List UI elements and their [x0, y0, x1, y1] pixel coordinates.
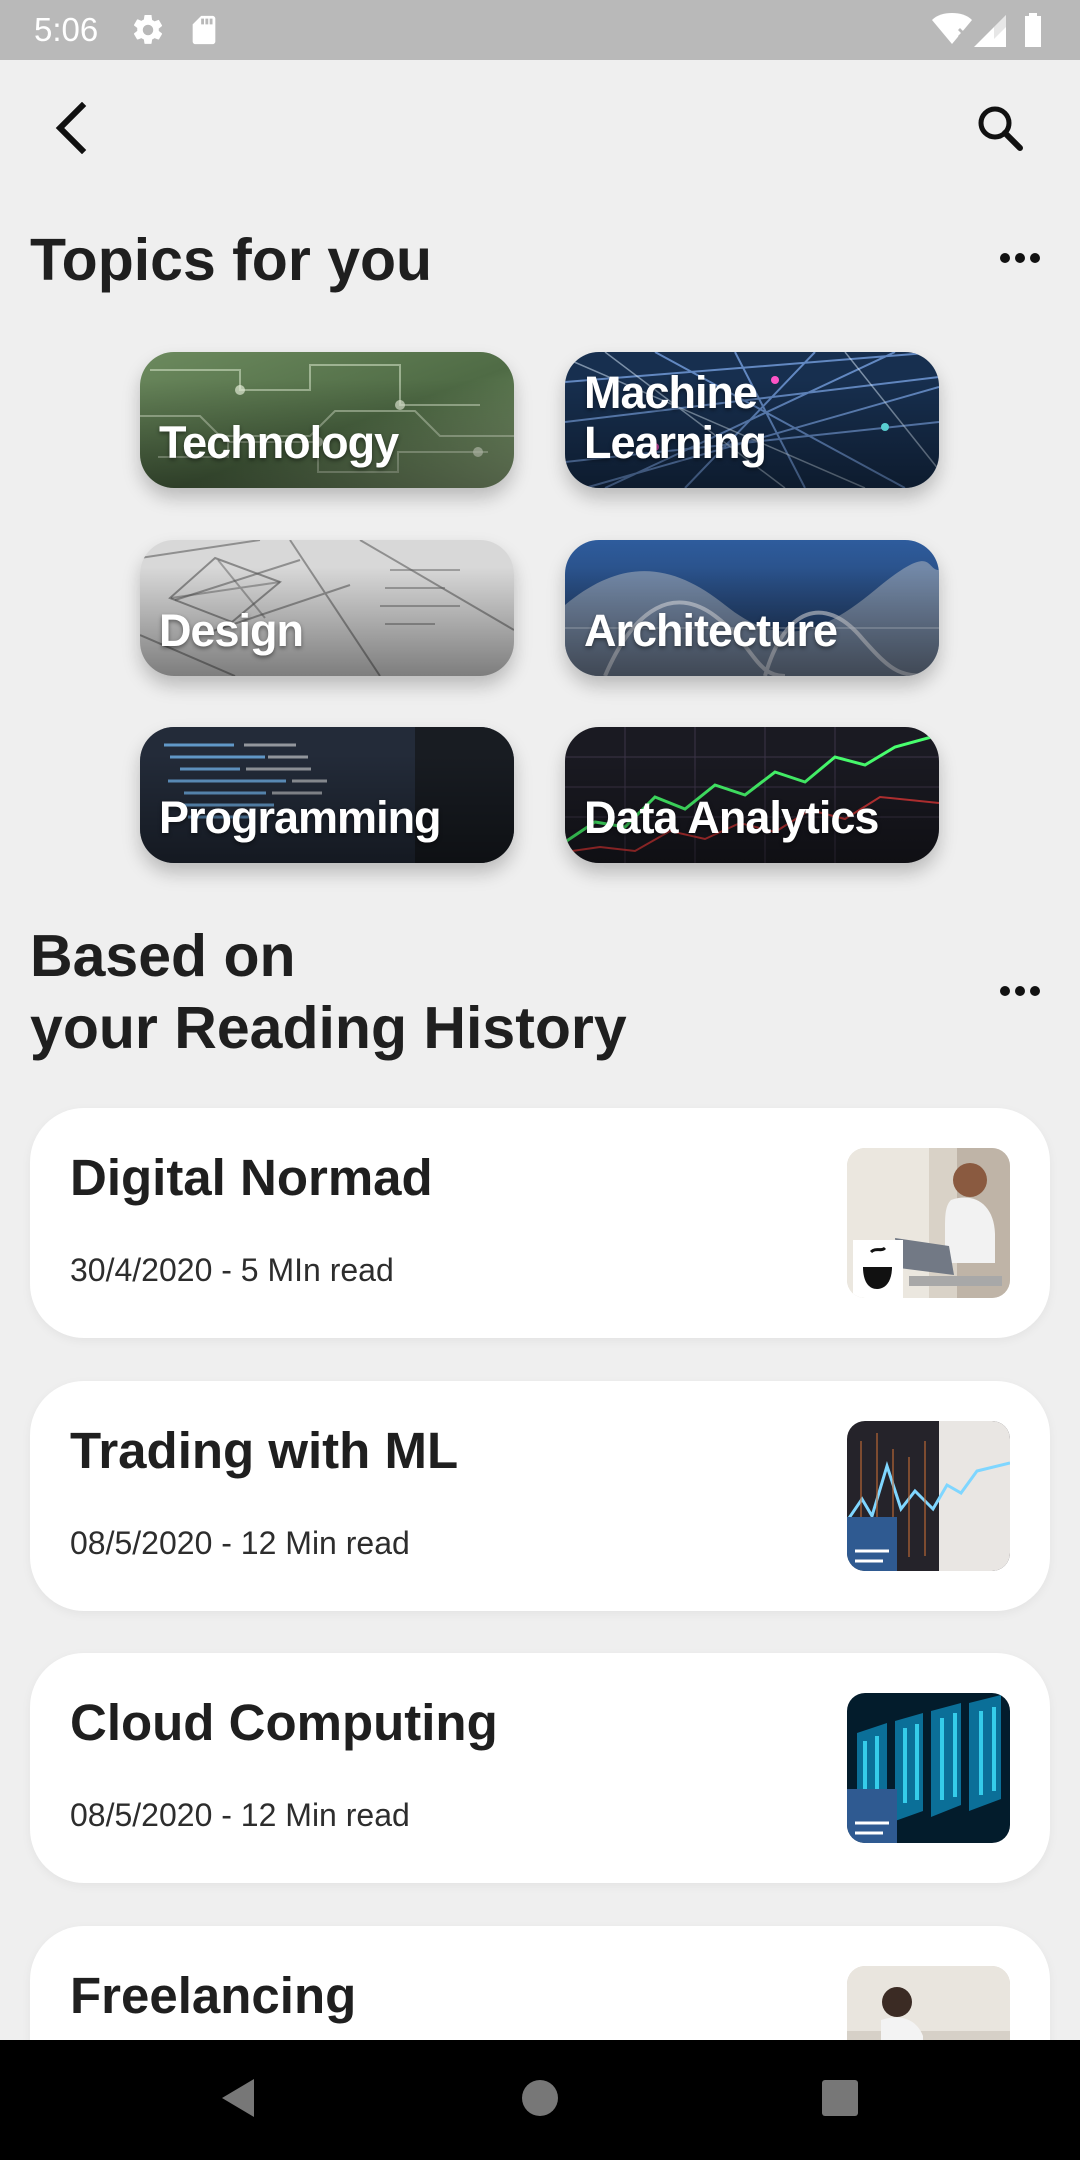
article-meta: 08/5/2020 - 12 Min read [70, 1797, 410, 1833]
status-bar: 5:06 [0, 0, 1080, 60]
nav-recents-icon [819, 2077, 861, 2124]
more-horizontal-icon [998, 251, 1042, 270]
back-arrow-icon [50, 101, 90, 159]
article-meta: 08/5/2020 - 12 Min read [70, 1525, 410, 1561]
system-navigation-bar [0, 2040, 1080, 2160]
nav-back-button[interactable] [207, 2070, 267, 2130]
history-title-line1: Based on [30, 923, 296, 989]
topic-chip-technology[interactable]: Technology [140, 352, 514, 488]
settings-icon [130, 12, 166, 48]
topic-chip-machine-learning[interactable]: Machine Learning [565, 352, 939, 488]
article-card-cloud-computing[interactable]: Cloud Computing 08/5/2020 - 12 Min read [30, 1653, 1050, 1883]
article-card-digital-normad[interactable]: Digital Normad 30/4/2020 - 5 MIn read [30, 1108, 1050, 1338]
topic-chip-data-analytics[interactable]: Data Analytics [565, 727, 939, 863]
nav-home-icon [519, 2077, 561, 2124]
search-icon [975, 103, 1025, 158]
topic-label: Machine Learning [584, 367, 767, 468]
back-button[interactable] [30, 90, 110, 170]
topic-label: Design [159, 605, 304, 656]
status-time: 5:06 [34, 11, 99, 48]
nav-recents-button[interactable] [810, 2070, 870, 2130]
article-card-trading-with-ml[interactable]: Trading with ML 08/5/2020 - 12 Min read [30, 1381, 1050, 1611]
topic-chip-programming[interactable]: Programming [140, 727, 514, 863]
topic-label: Programming [159, 792, 442, 843]
woman-laptop-thumbnail [847, 1148, 1010, 1298]
server-rack-thumbnail [847, 1693, 1010, 1843]
article-title: Trading with ML [70, 1422, 459, 1479]
more-horizontal-icon [998, 984, 1042, 1003]
topics-title: Topics for you [30, 227, 433, 293]
history-title: Based on your Reading History [30, 920, 627, 1064]
nav-home-button[interactable] [510, 2070, 570, 2130]
article-meta: 30/4/2020 - 5 MIn read [70, 1252, 394, 1288]
search-button[interactable] [960, 90, 1040, 170]
sd-card-icon [187, 12, 223, 48]
topic-label: Technology [159, 417, 399, 468]
app-bar [0, 60, 1080, 205]
history-more-button[interactable] [990, 963, 1050, 1023]
trading-chart-thumbnail [847, 1421, 1010, 1571]
topic-label: Architecture [584, 605, 838, 656]
wifi-icon [930, 12, 974, 48]
topic-chip-architecture[interactable]: Architecture [565, 540, 939, 676]
nav-back-icon [216, 2075, 258, 2126]
article-title: Cloud Computing [70, 1694, 498, 1751]
signal-icon [970, 12, 1008, 48]
topic-chip-design[interactable]: Design [140, 540, 514, 676]
history-title-line2: your Reading History [30, 995, 627, 1061]
topics-more-button[interactable] [990, 230, 1050, 290]
battery-icon [1023, 12, 1043, 48]
topic-label: Data Analytics [584, 792, 879, 843]
article-title: Freelancing [70, 1967, 357, 2024]
article-title: Digital Normad [70, 1149, 433, 1206]
